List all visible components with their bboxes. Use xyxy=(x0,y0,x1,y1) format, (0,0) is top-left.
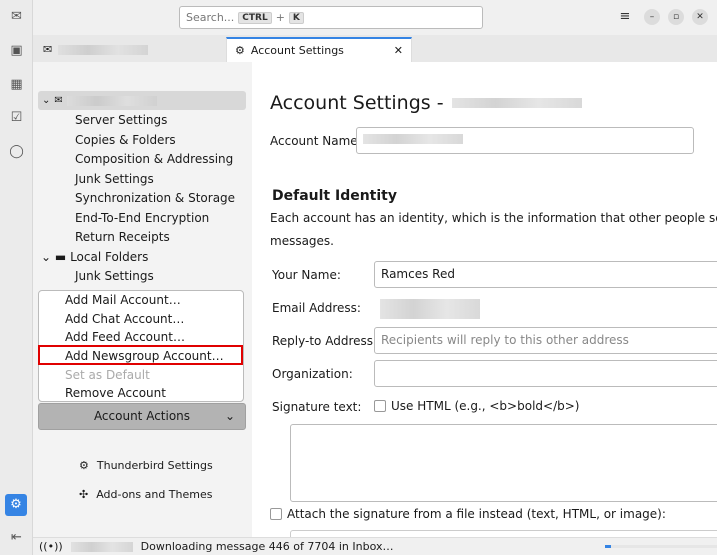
menu-set-default: Set as Default xyxy=(65,368,150,382)
account-name-input[interactable] xyxy=(356,127,694,154)
address-book-icon[interactable]: ▣ xyxy=(8,42,25,59)
chevron-down-icon: ⌄ xyxy=(42,95,51,106)
chevron-down-icon: ⌄ xyxy=(224,409,235,423)
your-name-label: Your Name: xyxy=(272,268,341,282)
search-input[interactable]: Search... CTRL + K xyxy=(179,6,483,29)
highlight-box xyxy=(38,345,243,365)
email-label: Email Address: xyxy=(272,301,361,315)
reply-to-input[interactable]: Recipients will reply to this other addr… xyxy=(374,327,717,354)
account-actions-label: Account Actions xyxy=(93,409,191,423)
section-heading: Default Identity xyxy=(272,188,397,204)
tab-mail[interactable]: ✉ xyxy=(35,37,156,62)
your-name-input[interactable]: Ramces Red xyxy=(374,261,717,288)
mail-icon[interactable]: ✉ xyxy=(8,8,25,25)
tree-item[interactable]: Composition & Addressing xyxy=(75,150,233,169)
account-name-label: Account Name: xyxy=(270,134,362,148)
progress-bar xyxy=(605,545,717,548)
organization-input[interactable] xyxy=(374,360,717,387)
blurred-value xyxy=(363,134,463,144)
page-title: Account Settings - xyxy=(270,92,582,114)
settings-icon: ⚙ xyxy=(235,44,245,57)
title-text: Account Settings - xyxy=(270,92,444,114)
folder-icon: ▬ xyxy=(54,250,67,264)
status-text: Downloading message 446 of 7704 in Inbox… xyxy=(140,540,394,553)
identity-description: messages. xyxy=(270,234,334,248)
tree-item[interactable]: Return Receipts xyxy=(75,228,170,247)
menu-icon[interactable]: ≡ xyxy=(617,9,633,25)
thunderbird-settings-link[interactable]: ⚙ Thunderbird Settings xyxy=(79,459,213,472)
local-folders-label: Local Folders xyxy=(70,250,149,264)
close-window-button[interactable]: ✕ xyxy=(692,9,708,25)
addons-link[interactable]: ✣ Add-ons and Themes xyxy=(79,488,212,501)
tab-account-settings[interactable]: ⚙ Account Settings ✕ xyxy=(226,37,412,62)
menu-add-mail[interactable]: Add Mail Account… xyxy=(65,291,181,310)
tab-label: Account Settings xyxy=(250,44,344,57)
account-row[interactable]: ⌄ ✉ xyxy=(38,91,246,110)
signature-label: Signature text: xyxy=(272,400,362,414)
attach-signature-checkbox[interactable]: Attach the signature from a file instead… xyxy=(270,507,666,521)
blurred-account xyxy=(66,95,157,106)
tree-item[interactable]: Synchronization & Storage xyxy=(75,189,235,208)
spaces-toolbar: ✉ ▣ ▦ ☑ ◯ ⚙ ⇤ xyxy=(0,0,33,555)
online-status-icon[interactable]: ((•)) xyxy=(39,540,63,553)
chevron-down-icon: ⌄ xyxy=(41,250,52,264)
shortcut-key: CTRL xyxy=(238,11,272,24)
link-label: Thunderbird Settings xyxy=(96,459,213,472)
chat-icon[interactable]: ◯ xyxy=(8,143,25,160)
tree-item[interactable]: Junk Settings xyxy=(75,267,154,286)
checkbox-label: Attach the signature from a file instead… xyxy=(287,507,666,521)
mail-icon: ✉ xyxy=(54,95,63,106)
blurred-account xyxy=(70,541,133,552)
gear-icon: ⚙ xyxy=(79,459,89,472)
tree-item[interactable]: Server Settings xyxy=(75,111,167,130)
signature-textarea[interactable] xyxy=(290,424,717,502)
account-settings-pane: Account Settings - Account Name: Default… xyxy=(252,62,717,537)
tree-item[interactable]: Copies & Folders xyxy=(75,131,176,150)
mail-icon: ✉ xyxy=(43,43,53,56)
collapse-icon[interactable]: ⇤ xyxy=(8,529,25,546)
organization-label: Organization: xyxy=(272,367,353,381)
shortcut-plus: + xyxy=(275,11,285,24)
shortcut-key: K xyxy=(288,11,304,24)
menu-add-chat[interactable]: Add Chat Account… xyxy=(65,310,184,329)
calendar-icon[interactable]: ▦ xyxy=(8,76,25,93)
menu-remove-account[interactable]: Remove Account xyxy=(65,384,166,403)
checkbox-box[interactable] xyxy=(270,508,282,520)
blurred-account xyxy=(451,98,582,108)
use-html-checkbox[interactable]: Use HTML (e.g., <b>bold</b>) xyxy=(374,399,579,413)
identity-description: Each account has an identity, which is t… xyxy=(270,211,717,225)
blurred-account xyxy=(58,44,149,55)
checkbox-label: Use HTML (e.g., <b>bold</b>) xyxy=(391,399,580,413)
progress-fill xyxy=(605,545,612,548)
maximize-button[interactable]: ▫ xyxy=(668,9,684,25)
search-placeholder: Search... xyxy=(186,11,235,24)
tab-bar: ✉ ⚙ Account Settings ✕ xyxy=(33,35,717,62)
checkbox-box[interactable] xyxy=(374,400,386,412)
minimize-button[interactable]: – xyxy=(644,9,660,25)
tree-item[interactable]: Junk Settings xyxy=(75,170,154,189)
tasks-icon[interactable]: ☑ xyxy=(8,109,25,126)
settings-icon[interactable]: ⚙ xyxy=(5,494,27,516)
account-actions-button[interactable]: Account Actions ⌄ xyxy=(38,403,246,430)
tree-item[interactable]: End-To-End Encryption xyxy=(75,209,209,228)
link-label: Add-ons and Themes xyxy=(96,488,213,501)
reply-to-label: Reply-to Address: xyxy=(272,334,378,348)
blurred-value xyxy=(380,299,480,319)
local-folders-row[interactable]: ⌄ ▬ Local Folders xyxy=(41,248,148,267)
close-tab-icon[interactable]: ✕ xyxy=(394,44,403,57)
signature-file-input[interactable] xyxy=(290,530,717,537)
email-input[interactable] xyxy=(374,294,717,321)
puzzle-icon: ✣ xyxy=(79,488,89,501)
